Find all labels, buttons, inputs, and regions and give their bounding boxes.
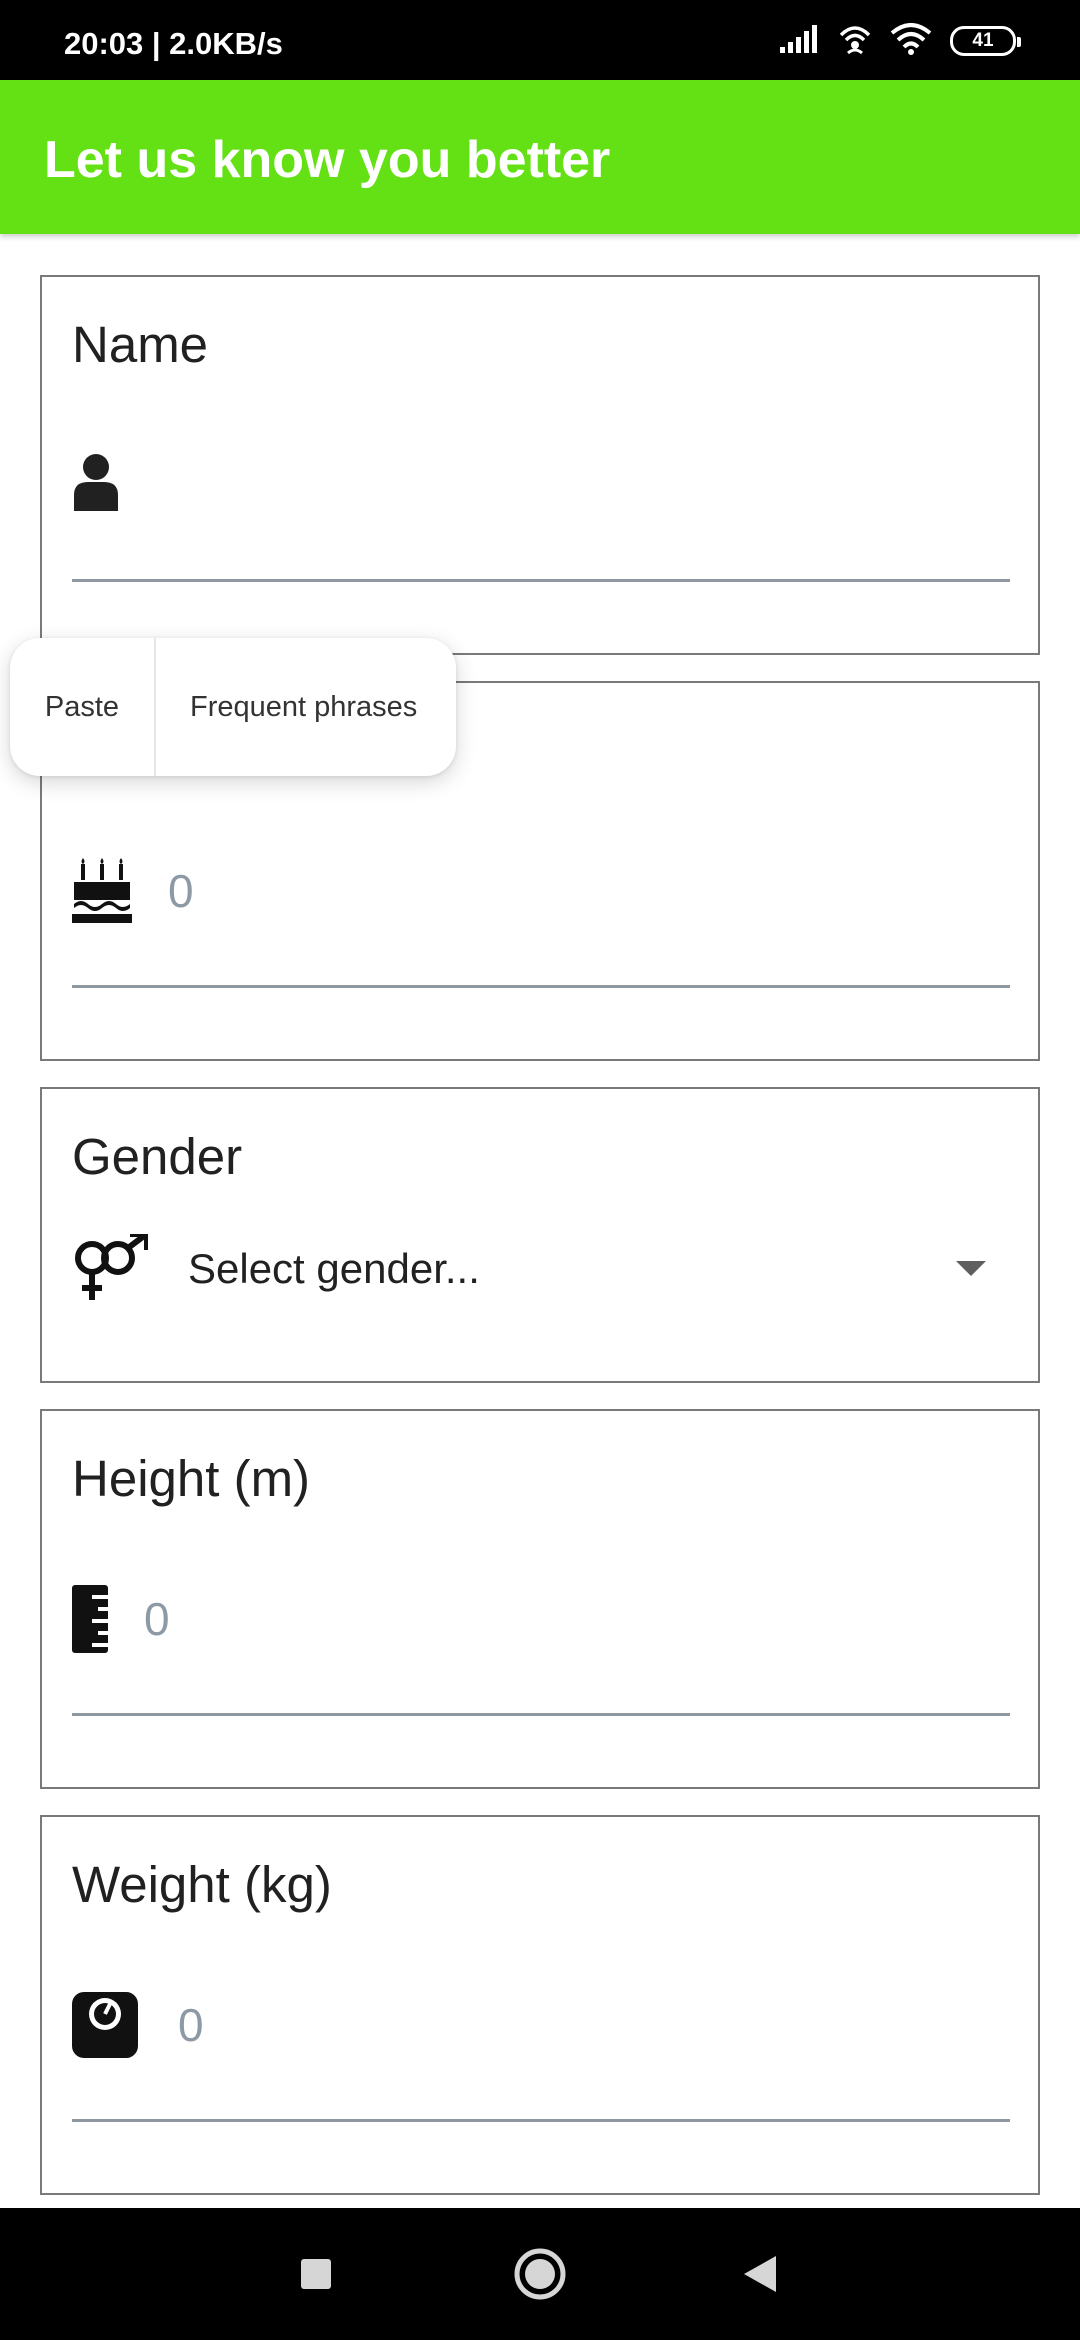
app-bar: Let us know you better bbox=[0, 80, 1080, 234]
height-underline bbox=[72, 1713, 1010, 1716]
age-input[interactable]: 0 bbox=[168, 864, 194, 918]
user-icon bbox=[72, 453, 120, 511]
weight-label: Weight (kg) bbox=[72, 1856, 332, 1913]
height-input[interactable]: 0 bbox=[144, 1592, 170, 1646]
gender-label: Gender bbox=[72, 1128, 243, 1185]
weight-underline bbox=[72, 2119, 1010, 2122]
name-field[interactable] bbox=[72, 447, 1010, 517]
weight-input[interactable]: 0 bbox=[178, 1998, 204, 2052]
age-field[interactable]: 0 bbox=[72, 851, 1010, 931]
weight-field[interactable]: 0 bbox=[72, 1985, 1010, 2065]
weight-card: Weight (kg) 0 bbox=[40, 1815, 1040, 2195]
wifi-icon bbox=[890, 22, 932, 60]
system-nav-bar bbox=[0, 2208, 1080, 2340]
text-context-menu: Paste Frequent phrases bbox=[10, 638, 456, 776]
signal-icon bbox=[780, 24, 820, 58]
gender-select[interactable]: Select gender... bbox=[72, 1229, 1010, 1309]
status-time: 20:03 | 2.0KB/s bbox=[64, 26, 283, 61]
name-card: Name bbox=[40, 275, 1040, 655]
age-underline bbox=[72, 985, 1010, 988]
battery-icon: 41 bbox=[950, 26, 1021, 56]
birthday-cake-icon bbox=[72, 858, 132, 924]
gender-icon bbox=[72, 1234, 148, 1304]
status-icons: 41 bbox=[780, 22, 1021, 60]
page-title: Let us know you better bbox=[44, 131, 611, 189]
home-circle-icon[interactable] bbox=[480, 2208, 600, 2340]
name-label: Name bbox=[72, 316, 209, 373]
height-label: Height (m) bbox=[72, 1450, 311, 1507]
gender-card: Gender Select gender... bbox=[40, 1087, 1040, 1383]
height-card: Height (m) 0 bbox=[40, 1409, 1040, 1789]
gender-selected-value: Select gender... bbox=[188, 1245, 480, 1292]
status-bar: 20:03 | 2.0KB/s 41 bbox=[0, 0, 1080, 80]
name-underline bbox=[72, 579, 1010, 582]
recents-square-icon[interactable] bbox=[256, 2208, 376, 2340]
paste-button[interactable]: Paste bbox=[10, 638, 154, 776]
height-field[interactable]: 0 bbox=[72, 1579, 1010, 1659]
ruler-icon bbox=[72, 1585, 108, 1653]
scale-icon bbox=[72, 1992, 138, 2058]
chevron-down-icon[interactable] bbox=[956, 1261, 986, 1276]
frequent-phrases-button[interactable]: Frequent phrases bbox=[156, 638, 417, 776]
back-triangle-icon[interactable] bbox=[700, 2208, 820, 2340]
hotspot-icon bbox=[838, 23, 872, 60]
